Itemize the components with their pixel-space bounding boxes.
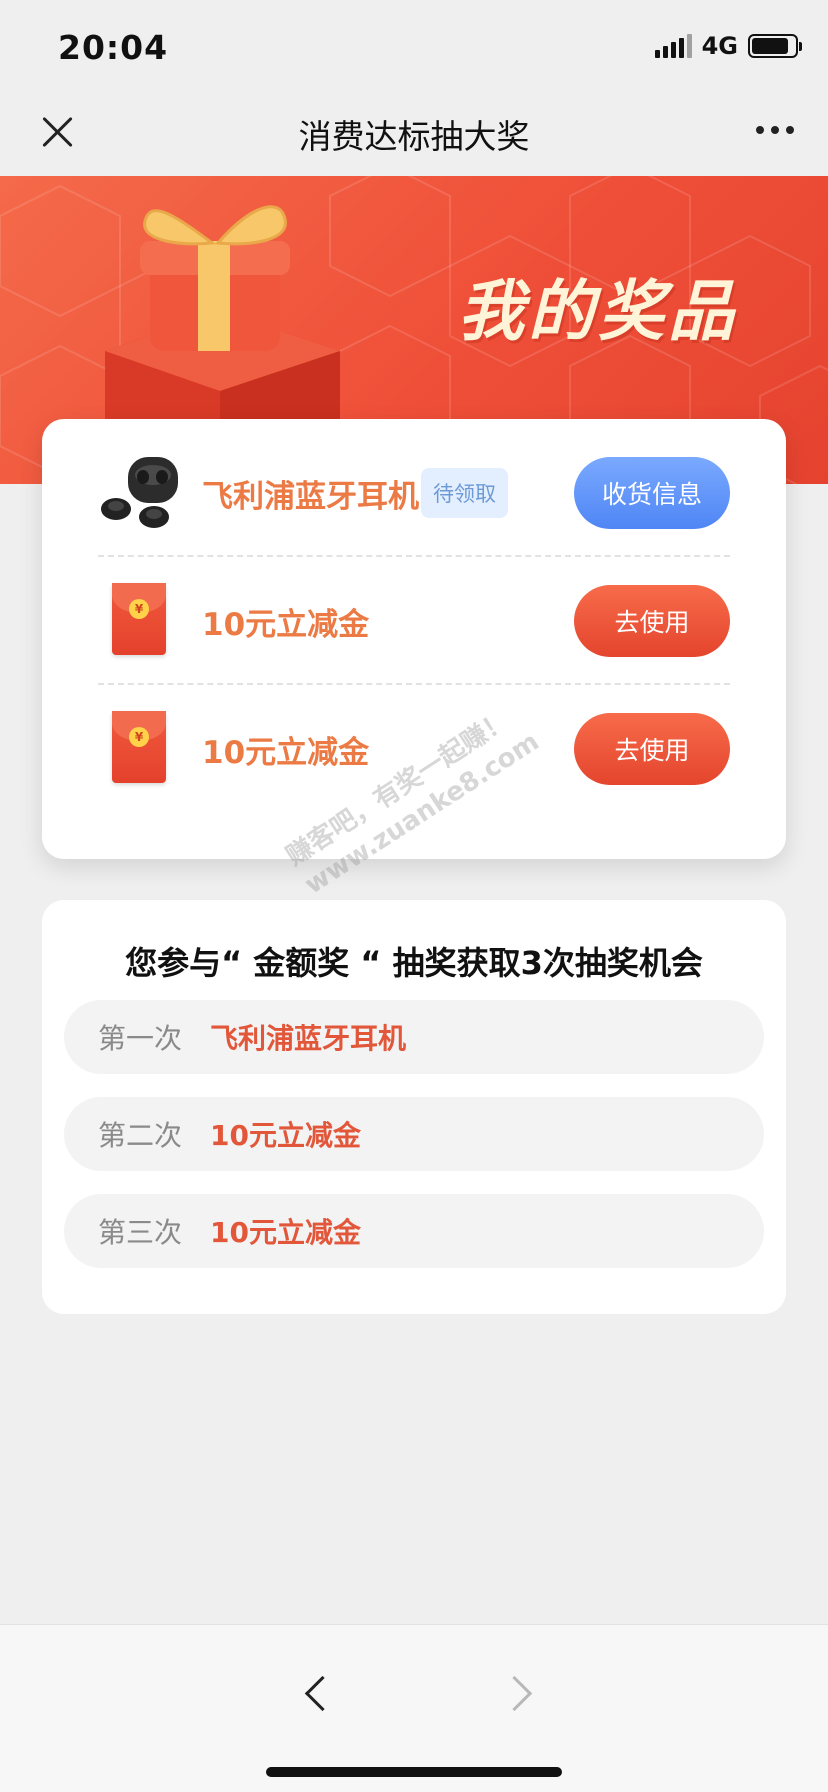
round-prize: 10元立减金 — [210, 1119, 361, 1152]
round-label: 第一次 — [98, 1022, 183, 1055]
forward-arrow-icon[interactable] — [496, 1673, 540, 1717]
list-item: 第一次 飞利浦蓝牙耳机 — [64, 1000, 764, 1074]
status-time: 20:04 — [58, 28, 169, 67]
red-envelope-icon: ¥ — [98, 579, 182, 663]
round-label: 第二次 — [98, 1119, 183, 1152]
home-indicator[interactable] — [266, 1767, 562, 1777]
battery-icon — [748, 34, 802, 58]
status-indicators: 4G — [654, 32, 802, 60]
shipping-info-button[interactable]: 收货信息 — [574, 457, 730, 529]
round-prize: 10元立减金 — [210, 1216, 361, 1249]
draw-chances-title: 您参与“ 金额奖 “ 抽奖获取3次抽奖机会 — [125, 944, 703, 982]
use-button[interactable]: 去使用 — [574, 713, 730, 785]
network-type: 4G — [701, 32, 738, 60]
red-envelope-icon: ¥ — [98, 707, 182, 791]
earbuds-icon — [98, 451, 182, 535]
list-item: 第三次 10元立减金 — [64, 1194, 764, 1268]
coin-symbol: ¥ — [129, 727, 149, 747]
list-item: 第二次 10元立减金 — [64, 1097, 764, 1171]
more-dots-icon[interactable] — [756, 126, 794, 134]
bottom-toolbar — [0, 1624, 828, 1792]
prize-row: ¥ 10元立减金 去使用 — [98, 557, 730, 685]
prize-name: 10元立减金 — [202, 606, 370, 643]
round-label: 第三次 — [98, 1216, 183, 1249]
status-bar: 20:04 4G — [0, 0, 828, 96]
signal-bars-icon — [654, 34, 692, 58]
prize-row: 飞利浦蓝牙耳机 待领取 收货信息 — [98, 429, 730, 557]
prize-name: 飞利浦蓝牙耳机 — [202, 478, 419, 515]
page-title: 消费达标抽大奖 — [298, 117, 530, 156]
navigation-bar: 消费达标抽大奖 — [0, 96, 828, 176]
prize-row: ¥ 10元立减金 去使用 — [98, 685, 730, 813]
prize-card: 飞利浦蓝牙耳机 待领取 收货信息 ¥ 10元立减金 去使用 ¥ 10元立减金 去… — [42, 419, 786, 859]
back-arrow-icon[interactable] — [296, 1673, 340, 1717]
round-prize: 飞利浦蓝牙耳机 — [210, 1022, 407, 1055]
draw-chances-card: 您参与“ 金额奖 “ 抽奖获取3次抽奖机会 第一次 飞利浦蓝牙耳机 第二次 10… — [42, 900, 786, 1314]
coin-symbol: ¥ — [129, 599, 149, 619]
banner-title: 我的奖品 — [458, 273, 738, 350]
status-badge: 待领取 — [421, 468, 508, 518]
prize-name: 10元立减金 — [202, 734, 370, 771]
use-button[interactable]: 去使用 — [574, 585, 730, 657]
